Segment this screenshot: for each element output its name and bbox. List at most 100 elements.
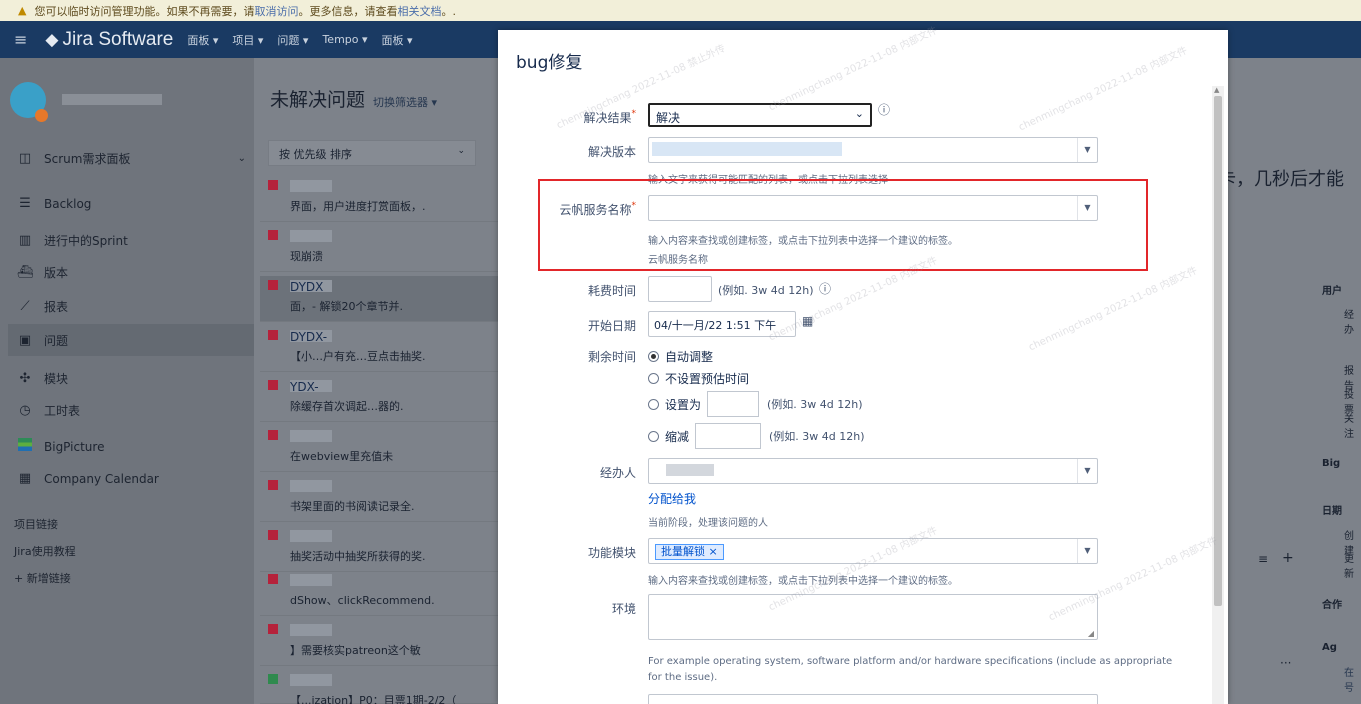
chevron-down-icon[interactable]: ▼: [1077, 138, 1097, 162]
issue-key: [290, 530, 332, 542]
issue-row[interactable]: 书架里面的书阅读记录全.: [260, 476, 512, 522]
time-spent-input[interactable]: [648, 276, 712, 302]
environment-label: 环境: [611, 602, 636, 616]
issue-row[interactable]: 抽奖活动中抽奖所获得的奖.: [260, 526, 512, 572]
app-switcher-icon[interactable]: ≡: [14, 30, 27, 49]
resolution-select[interactable]: 解决 ⌄: [648, 103, 872, 127]
issue-key: [290, 480, 332, 492]
project-link-jira-tutorial[interactable]: Jira使用教程: [14, 543, 76, 559]
jira-logo[interactable]: ◆ Jira Software: [45, 29, 173, 51]
component-input[interactable]: 批量解锁 × ▼: [648, 538, 1098, 564]
release-icon: ⛴: [16, 265, 34, 280]
sidebar-item-company-calendar[interactable]: ▦ Company Calendar: [16, 471, 159, 486]
issue-row[interactable]: DYDX 面，- 解锁20个章节并.: [260, 276, 512, 322]
list-icon[interactable]: ≡: [1258, 552, 1268, 566]
nav-dashboards[interactable]: 面板 ▾: [187, 32, 218, 48]
bug-icon: [268, 480, 278, 490]
resolution-value: 解决: [656, 111, 681, 125]
add-icon[interactable]: +: [1282, 550, 1294, 566]
admin-access-banner: ▲ 您可以临时访问管理功能。如果不再需要，请 取消访问 。更多信息，请查看 相关…: [0, 0, 1361, 21]
issue-row[interactable]: 现崩溃: [260, 226, 512, 272]
remove-icon[interactable]: ×: [709, 545, 718, 558]
chevron-down-icon[interactable]: ▼: [1077, 539, 1097, 563]
app-name: Jira Software: [62, 28, 174, 50]
sidebar-item-active-sprint[interactable]: ▥ 进行中的Sprint: [16, 232, 128, 249]
add-link-button[interactable]: + 新增链接: [14, 570, 71, 586]
set-to-hint: (例如. 3w 4d 12h): [767, 398, 863, 411]
issue-row[interactable]: dShow、clickRecommend.: [260, 570, 512, 616]
reduce-input[interactable]: [695, 423, 762, 449]
project-links-heading: 项目链接: [14, 518, 58, 531]
radio-set-to[interactable]: 设置为 (例如. 3w 4d 12h): [648, 391, 863, 417]
assign-to-me-link[interactable]: 分配给我: [648, 490, 696, 507]
environment-textarea[interactable]: ◢: [648, 594, 1098, 640]
issue-key: DYDX-: [290, 330, 332, 344]
fix-version-label: 解决版本: [587, 145, 636, 159]
nav-tempo[interactable]: Tempo ▾: [322, 33, 367, 46]
project-name-redacted: [62, 94, 162, 105]
radio-reduce[interactable]: 缩减 (例如. 3w 4d 12h): [648, 423, 865, 449]
sidebar-item-components[interactable]: ✣ 模块: [16, 370, 68, 387]
backlog-icon: ☰: [19, 196, 31, 211]
sidebar-item-backlog[interactable]: ☰ Backlog: [16, 196, 91, 211]
nav-boards[interactable]: 面板 ▾: [382, 32, 413, 48]
nav-projects[interactable]: 项目 ▾: [232, 32, 263, 48]
calendar-icon[interactable]: ▦: [802, 314, 813, 328]
issue-row[interactable]: 【...ization】P0：目票1期-2/2（: [260, 670, 512, 704]
nav-issues[interactable]: 问题 ▾: [277, 32, 308, 48]
sidebar-item-bigpicture[interactable]: BigPicture: [16, 438, 104, 455]
section-bigpicture[interactable]: Big: [1322, 458, 1340, 469]
section-people[interactable]: 用户: [1322, 282, 1342, 297]
section-dates[interactable]: 日期: [1322, 502, 1342, 517]
issue-row[interactable]: 在webview里充值未: [260, 426, 512, 472]
issue-row[interactable]: DYDX- 【小…户有充…豆点击抽奖.: [260, 326, 512, 372]
required-marker: *: [631, 109, 637, 119]
components-icon: ✣: [19, 371, 31, 386]
project-sidebar: ◫ Scrum需求面板 ⌄ ☰ Backlog ▥ 进行中的Sprint ⛴ 版本 ⟋…: [0, 58, 254, 704]
sidebar-item-timesheet[interactable]: ◷ 工时表: [16, 402, 80, 419]
resize-handle-icon[interactable]: ◢: [1088, 629, 1094, 638]
radio-no-estimate[interactable]: 不设置预估时间: [648, 370, 749, 387]
next-field-input[interactable]: [648, 694, 1098, 704]
section-agile[interactable]: Ag: [1322, 642, 1337, 653]
board-selector[interactable]: ◫ Scrum需求面板 ⌄: [16, 150, 246, 167]
sidebar-item-reports[interactable]: ⟋ 报表: [16, 298, 68, 315]
section-cooperation[interactable]: 合作: [1322, 596, 1342, 611]
agile-link[interactable]: 在号: [1344, 664, 1361, 694]
help-icon[interactable]: ⓘ: [819, 280, 831, 297]
radio-auto-adjust[interactable]: 自动调整: [648, 348, 713, 365]
sprint-icon: ▥: [18, 233, 32, 248]
component-chip-label: 批量解锁: [661, 545, 705, 558]
field-watchers-label: 关注: [1344, 414, 1354, 440]
chevron-down-icon[interactable]: ▼: [1077, 459, 1097, 483]
docs-link[interactable]: 相关文档: [397, 3, 441, 19]
set-to-input[interactable]: [707, 391, 760, 417]
switch-filter-button[interactable]: 切换筛选器 ▾: [373, 96, 437, 109]
bug-icon: [268, 624, 278, 634]
radio-label: 不设置预估时间: [665, 372, 750, 386]
sort-select[interactable]: 按 优先级 排序 ⌄: [268, 140, 476, 166]
sidebar-item-issues[interactable]: ▣ 问题: [8, 324, 254, 356]
sidebar-item-label: 版本: [44, 266, 69, 280]
issue-row[interactable]: YDX- 除缓存首次调起…器的.: [260, 376, 512, 422]
component-chip[interactable]: 批量解锁 ×: [655, 544, 724, 560]
dialog-scrollbar-thumb[interactable]: [1214, 96, 1222, 606]
more-icon[interactable]: ···: [1280, 656, 1291, 670]
assignee-input[interactable]: ▼: [648, 458, 1098, 484]
radio-label: 自动调整: [665, 350, 714, 364]
bug-icon: [268, 380, 278, 390]
board-title: 未解决问题 切换筛选器 ▾: [270, 85, 437, 112]
banner-text-1: 您可以临时访问管理功能。如果不再需要，请: [34, 4, 255, 18]
radio-unchecked: [648, 398, 659, 410]
highlight-box: [538, 179, 1148, 271]
start-date-input[interactable]: 04/十一月/22 1:51 下午: [648, 311, 796, 337]
help-icon[interactable]: ⓘ: [878, 101, 890, 118]
issue-row[interactable]: 】需要核实patreon这个敏: [260, 620, 512, 666]
banner-text-3: 。.: [441, 4, 456, 18]
sidebar-item-releases[interactable]: ⛴ 版本: [16, 264, 68, 281]
cancel-access-link[interactable]: 取消访问: [254, 3, 298, 19]
scroll-up-icon[interactable]: ▲: [1214, 86, 1219, 94]
reduce-hint: (例如. 3w 4d 12h): [769, 430, 865, 443]
issue-key: DYDX: [290, 280, 332, 294]
issue-row[interactable]: 界面，用户进度打赏面板，.: [260, 176, 512, 222]
